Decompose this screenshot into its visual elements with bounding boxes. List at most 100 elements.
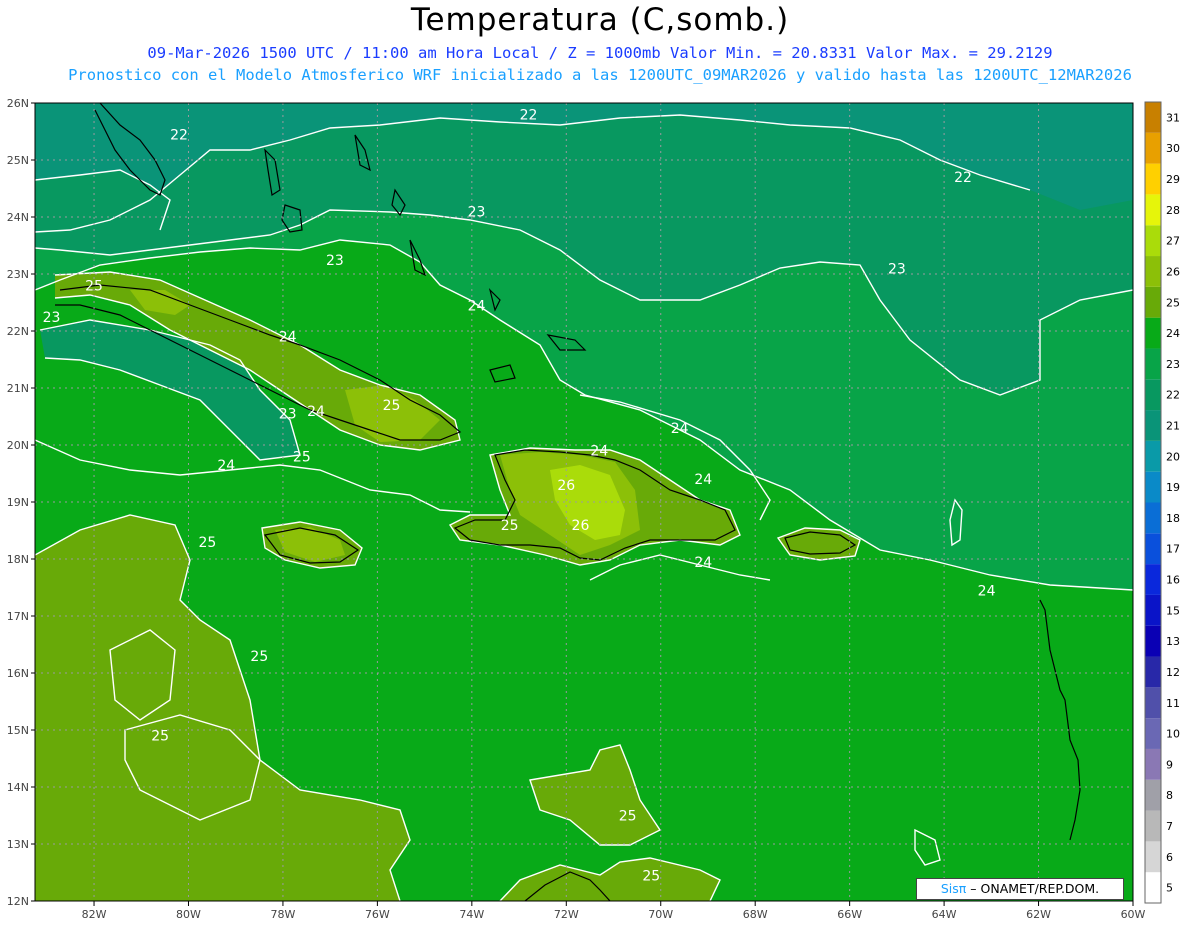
colorbar-label: 20 xyxy=(1166,450,1180,463)
contour-label: 25 xyxy=(619,809,637,825)
colorbar-swatch xyxy=(1145,163,1161,195)
colorbar-swatch xyxy=(1145,656,1161,688)
colorbar-label: 23 xyxy=(1166,358,1180,371)
contour-label: 24 xyxy=(468,298,486,314)
colorbar-label: 17 xyxy=(1166,543,1180,556)
colorbar-swatch xyxy=(1145,256,1161,287)
colorbar-label: 15 xyxy=(1166,604,1180,617)
colorbar-label: 7 xyxy=(1166,820,1173,833)
contour-label: 23 xyxy=(43,310,61,326)
colorbar-swatch xyxy=(1145,440,1161,472)
lon-tick-label: 66W xyxy=(837,908,862,921)
credit-box: Sisπ – ONAMET/REP.DOM. xyxy=(916,878,1124,900)
temperature-map: 22 22 22 23 23 23 23 23 24 24 24 24 24 24 24 24 24 25 25 25… xyxy=(7,97,1180,921)
colorbar-swatch xyxy=(1145,471,1161,503)
colorbar-swatch xyxy=(1145,348,1161,380)
colorbar-label: 12 xyxy=(1166,666,1180,679)
contour-label: 22 xyxy=(170,127,188,143)
lon-tick-label: 74W xyxy=(459,908,484,921)
colorbar-label: 29 xyxy=(1166,173,1180,186)
contour-label: 25 xyxy=(383,398,401,414)
colorbar-label: 24 xyxy=(1166,327,1180,340)
longitude-axis: 82W 80W 78W 76W 74W 72W 70W 68W 66W 64W 62W 60W xyxy=(82,901,1146,921)
colorbar-swatch xyxy=(1145,718,1161,749)
colorbar-swatch xyxy=(1145,594,1161,626)
lon-tick-label: 70W xyxy=(648,908,673,921)
colorbar-swatch xyxy=(1145,194,1161,226)
colorbar-label: 27 xyxy=(1166,235,1180,248)
map-field: 22 22 22 23 23 23 23 23 24 24 24 24 24 24 24 24 24 25 25 25… xyxy=(35,103,1133,901)
colorbar-label: 21 xyxy=(1166,419,1180,432)
colorbar-label: 5 xyxy=(1166,882,1173,895)
colorbar-swatch xyxy=(1145,102,1161,133)
contour-label: 23 xyxy=(888,261,906,277)
contour-label: 25 xyxy=(151,729,169,745)
colorbar-label: 26 xyxy=(1166,265,1180,278)
colorbar-swatch xyxy=(1145,225,1161,257)
lat-tick-label: 13N xyxy=(7,838,29,851)
lon-tick-label: 60W xyxy=(1121,908,1146,921)
contour-label: 24 xyxy=(671,421,689,437)
lat-tick-label: 25N xyxy=(7,154,29,167)
lon-tick-label: 80W xyxy=(176,908,201,921)
lon-tick-label: 64W xyxy=(932,908,957,921)
colorbar-swatch xyxy=(1145,502,1161,534)
lon-tick-label: 78W xyxy=(270,908,295,921)
colorbar-swatch xyxy=(1145,841,1161,873)
colorbar-swatch xyxy=(1145,286,1161,318)
credit-sis: Sisπ xyxy=(940,881,967,896)
lon-tick-label: 82W xyxy=(82,908,107,921)
colorbar-label: 8 xyxy=(1166,789,1173,802)
colorbar-label: 13 xyxy=(1166,635,1180,648)
lat-tick-label: 26N xyxy=(7,97,29,110)
colorbar-label: 25 xyxy=(1166,296,1180,309)
contour-label: 25 xyxy=(293,449,311,465)
colorbar-swatch xyxy=(1145,533,1161,565)
lon-tick-label: 76W xyxy=(365,908,390,921)
contour-label: 24 xyxy=(694,555,712,571)
lon-tick-label: 62W xyxy=(1026,908,1051,921)
lat-tick-label: 20N xyxy=(7,439,29,452)
colorbar-swatch xyxy=(1145,748,1161,780)
colorbar-swatch xyxy=(1145,132,1161,164)
lat-tick-label: 17N xyxy=(7,610,29,623)
contour-label: 23 xyxy=(468,204,486,220)
colorbar-label: 18 xyxy=(1166,512,1180,525)
colorbar-label: 28 xyxy=(1166,204,1180,217)
colorbar-swatch xyxy=(1145,872,1161,903)
contour-label: 25 xyxy=(250,649,268,665)
colorbar-label: 16 xyxy=(1166,574,1180,587)
colorbar-label: 10 xyxy=(1166,728,1180,741)
contour-label: 26 xyxy=(557,478,575,494)
contour-label: 25 xyxy=(642,868,660,884)
lat-tick-label: 15N xyxy=(7,724,29,737)
colorbar-swatch xyxy=(1145,410,1161,441)
contour-label: 24 xyxy=(694,472,712,488)
lat-tick-label: 24N xyxy=(7,211,29,224)
colorbar-label: 30 xyxy=(1166,142,1180,155)
colorbar-swatch xyxy=(1145,625,1161,657)
lat-tick-label: 12N xyxy=(7,895,29,908)
contour-label: 23 xyxy=(326,253,344,269)
lat-tick-label: 22N xyxy=(7,325,29,338)
colorbar-label: 6 xyxy=(1166,851,1173,864)
contour-label: 24 xyxy=(307,404,325,420)
colorbar-label: 31 xyxy=(1166,111,1180,124)
contour-label: 24 xyxy=(217,458,235,474)
contour-label: 24 xyxy=(279,330,297,346)
contour-label: 25 xyxy=(501,518,519,534)
lon-tick-label: 68W xyxy=(743,908,768,921)
lat-tick-label: 18N xyxy=(7,553,29,566)
contour-label: 26 xyxy=(572,518,590,534)
contour-label: 24 xyxy=(978,583,996,599)
colorbar: 5 6 7 8 9 10 11 12 13 15 16 17 18 19 20 21 22 23 24 25 26 27 2… xyxy=(1144,101,1180,904)
colorbar-swatch xyxy=(1145,317,1161,349)
colorbar-label: 9 xyxy=(1166,758,1173,771)
lat-tick-label: 23N xyxy=(7,268,29,281)
colorbar-swatch xyxy=(1145,810,1161,842)
colorbar-label: 22 xyxy=(1166,389,1180,402)
lat-tick-label: 14N xyxy=(7,781,29,794)
lat-tick-label: 16N xyxy=(7,667,29,680)
lat-tick-label: 19N xyxy=(7,496,29,509)
lon-tick-label: 72W xyxy=(554,908,579,921)
